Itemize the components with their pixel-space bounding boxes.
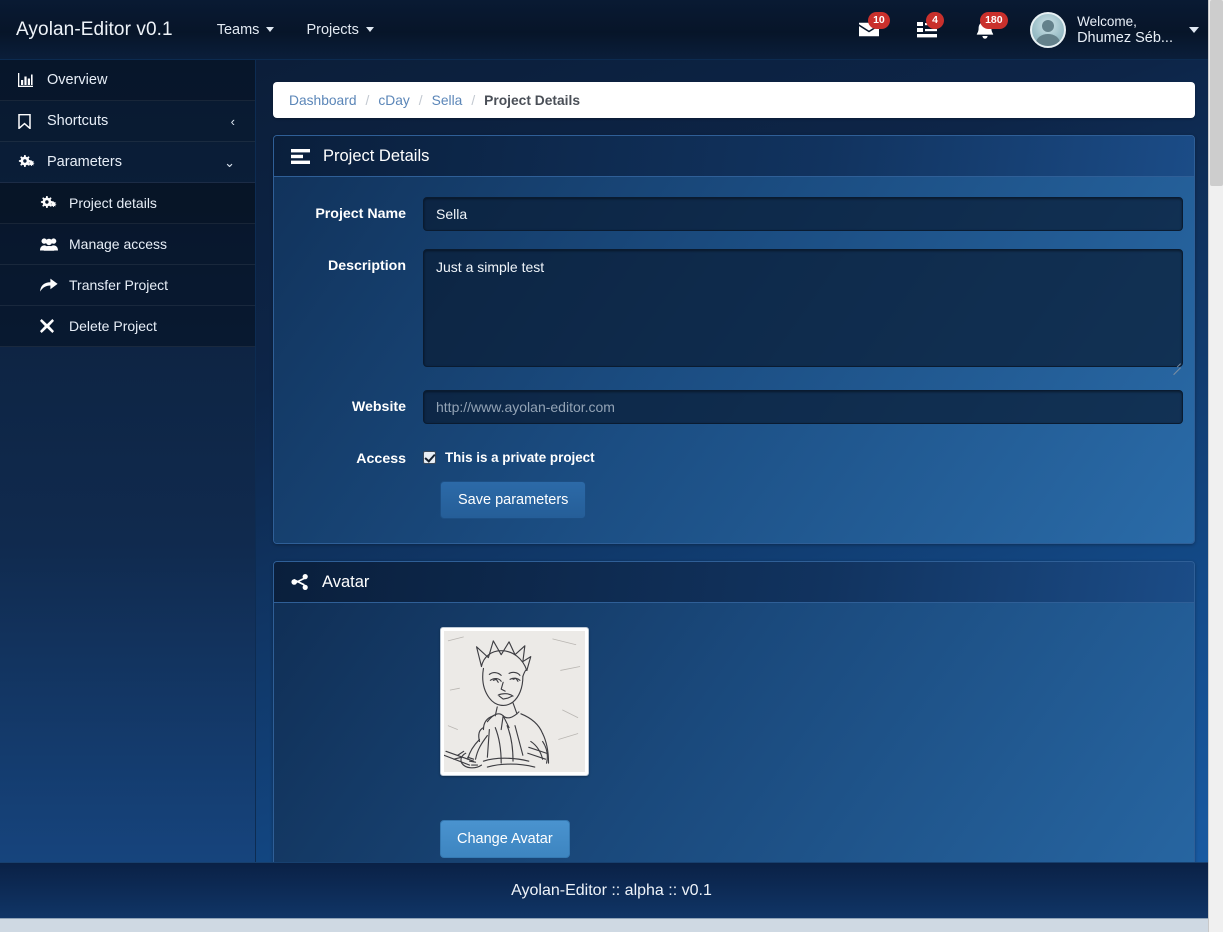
breadcrumb: Dashboard / cDay / Sella / Project Detai… xyxy=(273,82,1195,118)
chevron-down-icon xyxy=(1189,26,1199,33)
user-welcome-text: Welcome, Dhumez Séb... xyxy=(1077,13,1173,47)
access-row: Access This is a private project xyxy=(274,442,1194,467)
page-scrollbar[interactable] xyxy=(1208,0,1223,932)
sidebar-item-project-details[interactable]: Project details xyxy=(0,183,255,224)
breadcrumb-item-dashboard[interactable]: Dashboard xyxy=(289,93,357,108)
description-label: Description xyxy=(327,258,406,274)
alerts-badge-count: 180 xyxy=(980,11,1008,29)
private-project-checkbox-label[interactable]: This is a private project xyxy=(445,450,595,465)
user-menu[interactable]: Welcome, Dhumez Séb... xyxy=(1020,0,1199,60)
app-brand[interactable]: Ayolan-Editor v0.1 xyxy=(0,19,201,41)
website-input[interactable] xyxy=(423,390,1183,424)
private-project-checkbox-group[interactable]: This is a private project xyxy=(423,442,1183,465)
project-name-label: Project Name xyxy=(315,206,406,222)
user-greeting: Welcome, xyxy=(1077,13,1137,29)
pencil-sketch-character-icon xyxy=(444,631,585,772)
main-content: Dashboard / cDay / Sella / Project Detai… xyxy=(256,60,1223,862)
chevron-down-icon xyxy=(365,27,374,32)
description-textarea[interactable]: Just a simple test xyxy=(423,249,1183,367)
sidebar-item-label: Parameters xyxy=(47,154,122,170)
sidebar-item-label: Manage access xyxy=(69,236,168,252)
project-details-panel-header: Project Details xyxy=(274,136,1194,177)
project-details-panel: Project Details Project Name Description… xyxy=(273,135,1195,544)
breadcrumb-separator: / xyxy=(365,92,370,108)
breadcrumb-separator: / xyxy=(418,92,423,108)
save-button-row: Save parameters xyxy=(274,481,1194,519)
sidebar-item-label: Project details xyxy=(69,195,157,211)
save-parameters-button[interactable]: Save parameters xyxy=(440,481,587,519)
breadcrumb-item-sella[interactable]: Sella xyxy=(432,93,463,108)
sidebar-item-manage-access[interactable]: Manage access xyxy=(0,224,255,265)
change-avatar-button-row: Change Avatar xyxy=(274,820,1194,858)
align-list-icon xyxy=(291,148,310,164)
app-window: Ayolan-Editor v0.1 Teams Projects 10 4 1… xyxy=(0,0,1223,932)
project-name-input[interactable] xyxy=(423,197,1183,231)
avatar-spacer xyxy=(274,776,1194,820)
gears-icon xyxy=(18,154,40,170)
access-label: Access xyxy=(356,451,406,467)
avatar-panel-body: Change Avatar xyxy=(274,603,1194,862)
breadcrumb-item-current: Project Details xyxy=(484,92,581,108)
tasks-notification-button[interactable]: 4 xyxy=(904,0,950,60)
sidebar-item-shortcuts[interactable]: Shortcuts ‹ xyxy=(0,101,255,142)
chevron-down-icon: ⌄ xyxy=(224,154,235,170)
avatar-panel: Avatar Change Avatar xyxy=(273,561,1195,862)
sidebar-item-parameters[interactable]: Parameters ⌄ xyxy=(0,142,255,183)
page-footer: Ayolan-Editor :: alpha :: v0.1 xyxy=(0,862,1223,918)
chart-bar-icon xyxy=(18,73,40,87)
website-label: Website xyxy=(351,399,406,415)
breadcrumb-item-cday[interactable]: cDay xyxy=(378,93,409,108)
tasks-badge-count: 4 xyxy=(926,11,945,29)
sidebar-item-overview[interactable]: Overview xyxy=(0,60,255,101)
navbar-right-group: 10 4 180 Welcome, Dhumez Séb... xyxy=(846,0,1223,60)
messages-notification-button[interactable]: 10 xyxy=(846,0,892,60)
page-scrollbar-thumb[interactable] xyxy=(1210,0,1223,186)
project-details-form: Project Name Description Just a simple t… xyxy=(274,177,1194,543)
chevron-left-icon: ‹ xyxy=(230,113,235,129)
project-avatar-image[interactable] xyxy=(440,627,589,776)
avatar-panel-header: Avatar xyxy=(274,562,1194,603)
private-project-checkbox[interactable] xyxy=(423,451,436,464)
sidebar-item-label: Delete Project xyxy=(69,318,157,334)
nav-menu-teams-label: Teams xyxy=(216,21,260,38)
project-name-row: Project Name xyxy=(274,197,1194,231)
gears-icon xyxy=(40,195,62,211)
sidebar-item-label: Transfer Project xyxy=(69,277,169,293)
sidebar-item-label: Shortcuts xyxy=(47,113,109,129)
top-navbar: Ayolan-Editor v0.1 Teams Projects 10 4 1… xyxy=(0,0,1223,60)
browser-bottom-edge xyxy=(0,918,1223,932)
times-icon xyxy=(40,319,62,333)
nav-menu-projects[interactable]: Projects xyxy=(290,0,389,60)
sidebar-item-transfer-project[interactable]: Transfer Project xyxy=(0,265,255,306)
sidebar-item-delete-project[interactable]: Delete Project xyxy=(0,306,255,347)
sidebar-item-label: Overview xyxy=(47,72,108,88)
share-icon xyxy=(291,574,309,590)
messages-badge-count: 10 xyxy=(868,11,890,29)
website-row: Website xyxy=(274,390,1194,424)
avatar-panel-title: Avatar xyxy=(322,572,370,591)
user-name: Dhumez Séb... xyxy=(1077,29,1173,46)
footer-text: Ayolan-Editor :: alpha :: v0.1 xyxy=(511,881,712,899)
alerts-notification-button[interactable]: 180 xyxy=(962,0,1008,60)
left-sidebar: Overview Shortcuts ‹ Parameters ⌄ Projec… xyxy=(0,60,256,862)
project-details-panel-title: Project Details xyxy=(323,146,430,165)
share-arrow-icon xyxy=(40,278,62,292)
user-avatar-icon xyxy=(1030,11,1067,48)
users-icon xyxy=(40,237,62,251)
breadcrumb-separator: / xyxy=(471,92,476,108)
description-row: Description Just a simple test xyxy=(274,249,1194,372)
change-avatar-button[interactable]: Change Avatar xyxy=(440,820,570,858)
nav-menu-projects-label: Projects xyxy=(306,21,359,38)
chevron-down-icon xyxy=(266,27,275,32)
bookmark-icon xyxy=(18,113,40,129)
nav-menu-teams[interactable]: Teams xyxy=(201,0,291,60)
